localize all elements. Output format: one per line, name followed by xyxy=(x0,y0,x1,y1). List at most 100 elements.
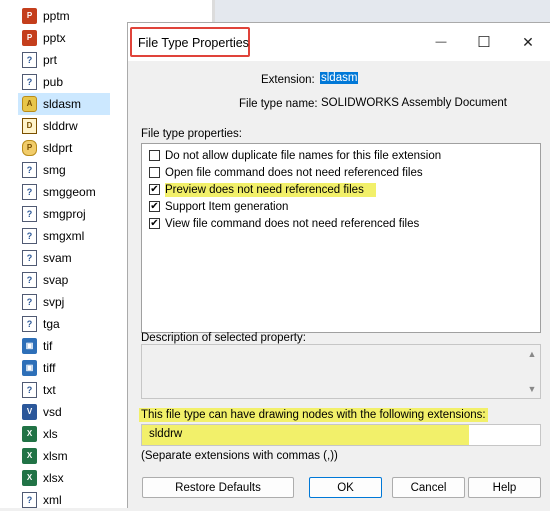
solidworks-assembly-icon: A xyxy=(22,96,37,112)
list-item[interactable]: Ppptm xyxy=(18,5,110,27)
restore-defaults-button[interactable]: Restore Defaults xyxy=(142,477,294,498)
maximize-icon: ☐ xyxy=(477,34,491,51)
unknown-file-icon: ? xyxy=(22,184,37,200)
list-item[interactable]: ? txt xyxy=(18,379,110,401)
extension-field[interactable]: sldasm xyxy=(320,72,359,88)
dialog-titlebar: File Type Properties — ☐ ✕ xyxy=(128,23,550,61)
list-item-label: pub xyxy=(43,75,64,89)
unknown-file-icon: ? xyxy=(22,162,37,178)
list-item-label: svap xyxy=(43,273,69,287)
list-item[interactable]: ? smggeom xyxy=(18,181,110,203)
drawing-nodes-highlight xyxy=(142,425,469,445)
list-item[interactable]: Xxls xyxy=(18,423,110,445)
minimize-button[interactable]: — xyxy=(430,31,452,53)
checkbox-checked[interactable]: ✔ xyxy=(149,218,160,229)
list-item[interactable]: Asldasm xyxy=(18,93,110,115)
solidworks-part-icon: P xyxy=(22,140,37,156)
list-item[interactable]: ? pub xyxy=(18,71,110,93)
list-item-label: tiff xyxy=(43,361,56,375)
property-checkbox-row[interactable]: ✔ Preview does not need referenced files xyxy=(149,181,376,198)
powerpoint-icon: P xyxy=(22,8,37,24)
checkbox-unchecked[interactable] xyxy=(149,167,160,178)
list-item-label: tif xyxy=(43,339,53,353)
list-item-label: pptx xyxy=(43,31,66,45)
list-item[interactable]: Xxlsx xyxy=(18,467,110,489)
list-item-label: pptm xyxy=(43,9,70,23)
unknown-file-icon: ? xyxy=(22,316,37,332)
list-item-label: prt xyxy=(43,53,58,67)
list-item[interactable]: ? smgproj xyxy=(18,203,110,225)
solidworks-drawing-icon: D xyxy=(22,118,37,134)
checkbox-unchecked[interactable] xyxy=(149,150,160,161)
help-button[interactable]: Help xyxy=(468,477,541,498)
checkbox-checked[interactable]: ✔ xyxy=(149,201,160,212)
list-item[interactable]: ? tga xyxy=(18,313,110,335)
extension-value: sldasm xyxy=(320,72,359,84)
property-checkbox-row[interactable]: ✔ Support Item generation xyxy=(149,198,288,215)
list-item-label: sldprt xyxy=(43,141,73,155)
list-item[interactable]: ? svap xyxy=(18,269,110,291)
image-file-icon: ▣ xyxy=(22,338,37,354)
unknown-file-icon: ? xyxy=(22,250,37,266)
description-box: ▲ ▼ xyxy=(141,344,541,399)
list-item-label: tga xyxy=(43,317,60,331)
list-item[interactable]: ? svpj xyxy=(18,291,110,313)
checkbox-checked[interactable]: ✔ xyxy=(149,184,160,195)
list-item-label: smgproj xyxy=(43,207,86,221)
list-item-label: xml xyxy=(43,493,62,507)
close-button[interactable]: ✕ xyxy=(517,31,539,53)
dialog-title: File Type Properties xyxy=(138,36,249,50)
drawing-nodes-value: slddrw xyxy=(149,428,183,440)
list-item[interactable]: Psldprt xyxy=(18,137,110,159)
list-item[interactable]: ▣ tiff xyxy=(18,357,110,379)
excel-icon: X xyxy=(22,470,37,486)
list-item[interactable]: Xxlsm xyxy=(18,445,110,467)
cancel-button[interactable]: Cancel xyxy=(392,477,465,498)
visio-icon: V xyxy=(22,404,37,420)
list-item-label: vsd xyxy=(43,405,62,419)
unknown-file-icon: ? xyxy=(22,382,37,398)
extension-label: Extension: xyxy=(261,74,315,86)
unknown-file-icon: ? xyxy=(22,74,37,90)
list-item[interactable]: Dslddrw xyxy=(18,115,110,137)
unknown-file-icon: ? xyxy=(22,228,37,244)
file-type-name-value: SOLIDWORKS Assembly Document xyxy=(321,97,507,109)
list-item-label: smgxml xyxy=(43,229,85,243)
list-item-label: txt xyxy=(43,383,56,397)
file-type-properties-label: File type properties: xyxy=(141,128,242,140)
unknown-file-icon: ? xyxy=(22,294,37,310)
description-label: Description of selected property: xyxy=(141,332,306,344)
close-icon: ✕ xyxy=(522,33,534,50)
maximize-button[interactable]: ☐ xyxy=(473,31,495,53)
file-type-properties-dialog: File Type Properties — ☐ ✕ Extension: sl… xyxy=(127,22,550,508)
list-item-label: sldasm xyxy=(43,97,82,111)
property-checkbox-row[interactable]: Open file command does not need referenc… xyxy=(149,164,423,181)
powerpoint-icon: P xyxy=(22,30,37,46)
list-item[interactable]: ? smg xyxy=(18,159,110,181)
property-checkbox-row[interactable]: ✔ View file command does not need referen… xyxy=(149,215,419,232)
list-item[interactable]: Vvsd xyxy=(18,401,110,423)
list-item[interactable]: Ppptx xyxy=(18,27,110,49)
minimize-icon: — xyxy=(435,36,447,48)
properties-checklist: Do not allow duplicate file names for th… xyxy=(141,143,541,333)
list-item[interactable]: ? smgxml xyxy=(18,225,110,247)
list-item[interactable]: ? svam xyxy=(18,247,110,269)
drawing-nodes-input[interactable]: slddrw xyxy=(141,424,541,446)
list-item-label: svpj xyxy=(43,295,65,309)
list-item-label: smg xyxy=(43,163,66,177)
excel-icon: X xyxy=(22,426,37,442)
property-label: View file command does not need referenc… xyxy=(165,217,420,230)
list-item-label: xls xyxy=(43,427,58,441)
file-type-name-label: File type name: xyxy=(239,98,318,110)
property-label: Open file command does not need referenc… xyxy=(165,166,423,179)
scroll-up-icon[interactable]: ▲ xyxy=(526,348,538,360)
image-file-icon: ▣ xyxy=(22,360,37,376)
scroll-down-icon[interactable]: ▼ xyxy=(526,383,538,395)
ok-button[interactable]: OK xyxy=(309,477,382,498)
list-item[interactable]: ? prt xyxy=(18,49,110,71)
list-item-label: xlsm xyxy=(43,449,68,463)
property-label: Support Item generation xyxy=(165,200,289,213)
separator-hint: (Separate extensions with commas (,)) xyxy=(141,450,338,462)
property-checkbox-row[interactable]: Do not allow duplicate file names for th… xyxy=(149,147,441,164)
list-item[interactable]: ▣ tif xyxy=(18,335,110,357)
